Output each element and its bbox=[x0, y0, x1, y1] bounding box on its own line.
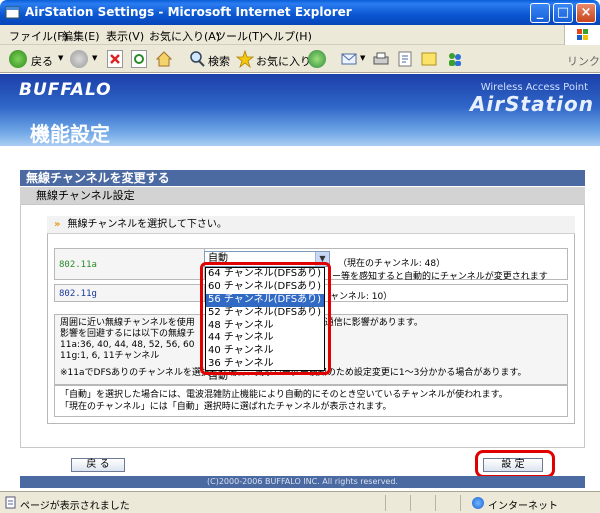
info-line1: 「自動」を選択した場合には、電波混雑防止機能により自動的にそのとき空いているチャ… bbox=[60, 390, 508, 400]
minimize-button[interactable]: _ bbox=[530, 3, 550, 23]
label-80211a: 802.11a bbox=[55, 249, 205, 279]
window-titlebar: AirStation Settings - Microsoft Internet… bbox=[0, 0, 600, 25]
set-button[interactable]: 設 定 bbox=[483, 458, 543, 472]
print-icon[interactable] bbox=[372, 50, 390, 68]
back-arrow-icon[interactable] bbox=[9, 50, 27, 68]
copyright-footer: (C)2000-2006 BUFFALO INC. All rights res… bbox=[20, 476, 585, 488]
current-channel-g: ャンネル: 10） bbox=[330, 292, 393, 302]
auto-change-note: ー等を感知すると自動的にチャンネルが変更されます bbox=[332, 272, 548, 282]
refresh-icon[interactable] bbox=[131, 50, 147, 68]
info-box: 「自動」を選択した場合には、電波混雑防止機能により自動的にそのとき空いているチャ… bbox=[54, 385, 568, 417]
menu-bar: ファイル(F) 編集(E) 表示(V) お気に入り(A) ツール(T) ヘルプ(… bbox=[0, 25, 600, 45]
menu-file[interactable]: ファイル(F) bbox=[9, 28, 68, 44]
menu-tools[interactable]: ツール(T) bbox=[215, 28, 263, 44]
menu-view[interactable]: 表示(V) bbox=[106, 28, 144, 44]
label-80211g: 802.11g bbox=[55, 285, 205, 301]
messenger-icon[interactable] bbox=[445, 50, 465, 68]
security-zone: インターネット bbox=[488, 501, 558, 512]
menu-help[interactable]: ヘルプ(H) bbox=[262, 28, 312, 44]
page-title: 機能設定 bbox=[30, 122, 110, 146]
page-content: BUFFALO Wireless Access Point AirStation… bbox=[0, 74, 600, 491]
status-bar: ページが表示されました インターネット bbox=[0, 491, 600, 513]
info-line2: 「現在のチャンネル」には「自動」選択時に選ばれたチャンネルが表示されます。 bbox=[60, 402, 392, 412]
maximize-button[interactable]: □ bbox=[553, 3, 573, 23]
history-icon[interactable] bbox=[308, 50, 326, 68]
instruction-text: 無線チャンネルを選択して下さい。 bbox=[67, 219, 227, 230]
close-button[interactable]: × bbox=[576, 3, 596, 23]
home-icon[interactable] bbox=[155, 50, 173, 68]
search-label[interactable]: 検索 bbox=[208, 53, 230, 69]
window-title: AirStation Settings - Microsoft Internet… bbox=[25, 5, 352, 19]
status-divider bbox=[435, 495, 436, 511]
status-divider bbox=[460, 495, 461, 511]
dropdown-highlight-ring bbox=[200, 262, 331, 375]
back-label[interactable]: 戻る bbox=[31, 53, 53, 69]
favorites-label[interactable]: お気に入り bbox=[256, 53, 311, 69]
section-subtitle: 無線チャンネル設定 bbox=[20, 187, 585, 204]
page-header: BUFFALO Wireless Access Point AirStation… bbox=[0, 74, 600, 146]
ie-icon bbox=[5, 6, 20, 19]
section-title: 無線チャンネルを変更する bbox=[20, 170, 585, 186]
back-dropdown-icon[interactable]: ▼ bbox=[58, 54, 63, 62]
status-divider bbox=[385, 495, 386, 511]
stop-icon[interactable] bbox=[107, 50, 123, 68]
forward-arrow-icon[interactable] bbox=[70, 50, 88, 68]
note-line1: 周囲に近い無線チャンネルを使用 bbox=[60, 318, 195, 328]
search-icon[interactable] bbox=[188, 50, 206, 68]
product-name: AirStation bbox=[469, 92, 594, 116]
mail-icon[interactable] bbox=[340, 50, 360, 68]
favorites-star-icon[interactable] bbox=[235, 49, 255, 69]
instruction-bar: » 無線チャンネルを選択して下さい。 bbox=[47, 216, 575, 234]
menu-favorites[interactable]: お気に入り(A) bbox=[149, 28, 220, 44]
menu-edit[interactable]: 編集(E) bbox=[62, 28, 100, 44]
current-channel-a: （現在のチャンネル: 48） bbox=[338, 259, 446, 269]
double-arrow-icon: » bbox=[54, 219, 61, 230]
page-icon bbox=[5, 496, 16, 509]
edit-icon[interactable] bbox=[396, 50, 414, 68]
note-line1b: 通信に影響があります。 bbox=[324, 318, 423, 328]
toolbar: 戻る ▼ ▼ 検索 お気に入り ▼ リンク bbox=[0, 45, 600, 73]
back-button[interactable]: 戻 る bbox=[71, 458, 125, 472]
brand-logo: BUFFALO bbox=[19, 80, 112, 100]
links-label[interactable]: リンク bbox=[567, 53, 600, 69]
mail-dropdown-icon[interactable]: ▼ bbox=[360, 54, 365, 62]
status-divider bbox=[410, 495, 411, 511]
status-text: ページが表示されました bbox=[20, 501, 130, 512]
forward-dropdown-icon[interactable]: ▼ bbox=[92, 54, 97, 62]
globe-icon bbox=[472, 497, 484, 509]
note-icon[interactable] bbox=[420, 50, 438, 68]
windows-logo-icon bbox=[564, 25, 600, 45]
